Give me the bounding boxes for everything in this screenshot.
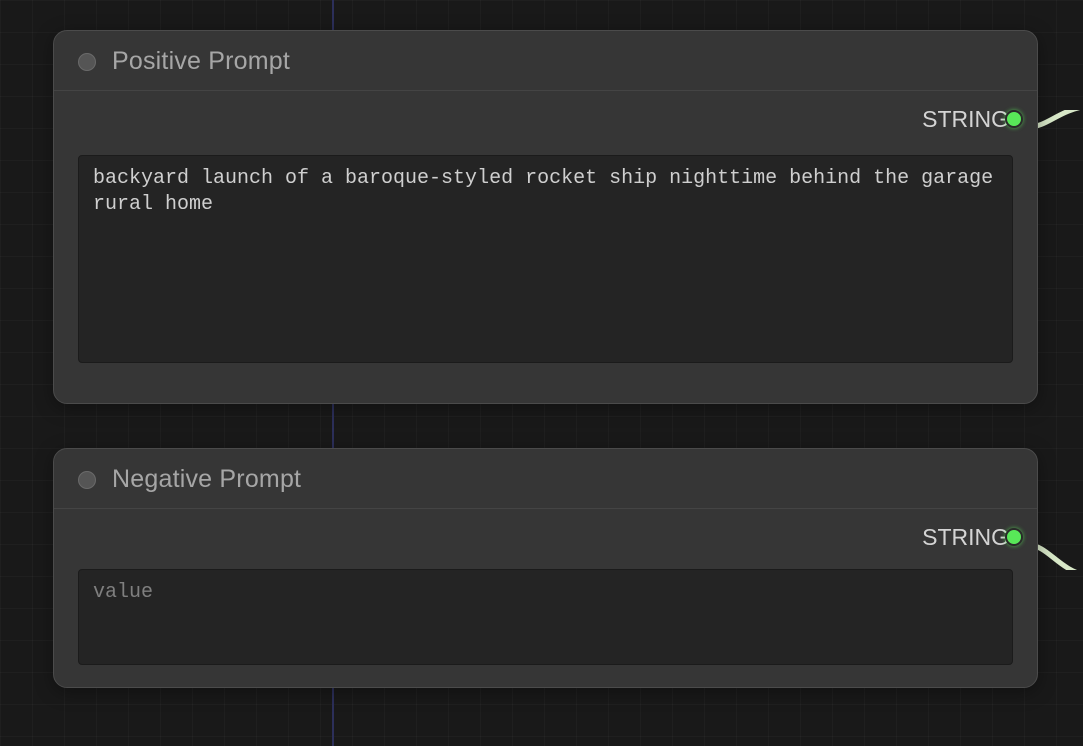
output-row: STRING — [78, 91, 1013, 147]
positive-prompt-input[interactable]: backyard launch of a baroque-styled rock… — [93, 166, 998, 219]
negative-prompt-input[interactable]: value — [93, 580, 998, 620]
node-title: Negative Prompt — [112, 465, 301, 494]
node-body: STRING backyard launch of a baroque-styl… — [54, 91, 1037, 385]
node-header[interactable]: Positive Prompt — [54, 31, 1037, 91]
output-type-label: STRING — [922, 524, 1009, 551]
collapse-toggle-icon[interactable] — [78, 53, 96, 71]
output-type-label: STRING — [922, 106, 1009, 133]
node-header[interactable]: Negative Prompt — [54, 449, 1037, 509]
node-title: Positive Prompt — [112, 47, 290, 76]
prompt-textarea-wrap[interactable]: value — [78, 569, 1013, 665]
negative-prompt-node[interactable]: Negative Prompt STRING value — [53, 448, 1038, 688]
output-port[interactable] — [1005, 110, 1023, 128]
prompt-textarea-wrap[interactable]: backyard launch of a baroque-styled rock… — [78, 155, 1013, 363]
collapse-toggle-icon[interactable] — [78, 471, 96, 489]
output-row: STRING — [78, 509, 1013, 565]
output-port[interactable] — [1005, 528, 1023, 546]
node-body: STRING value — [54, 509, 1037, 687]
positive-prompt-node[interactable]: Positive Prompt STRING backyard launch o… — [53, 30, 1038, 404]
